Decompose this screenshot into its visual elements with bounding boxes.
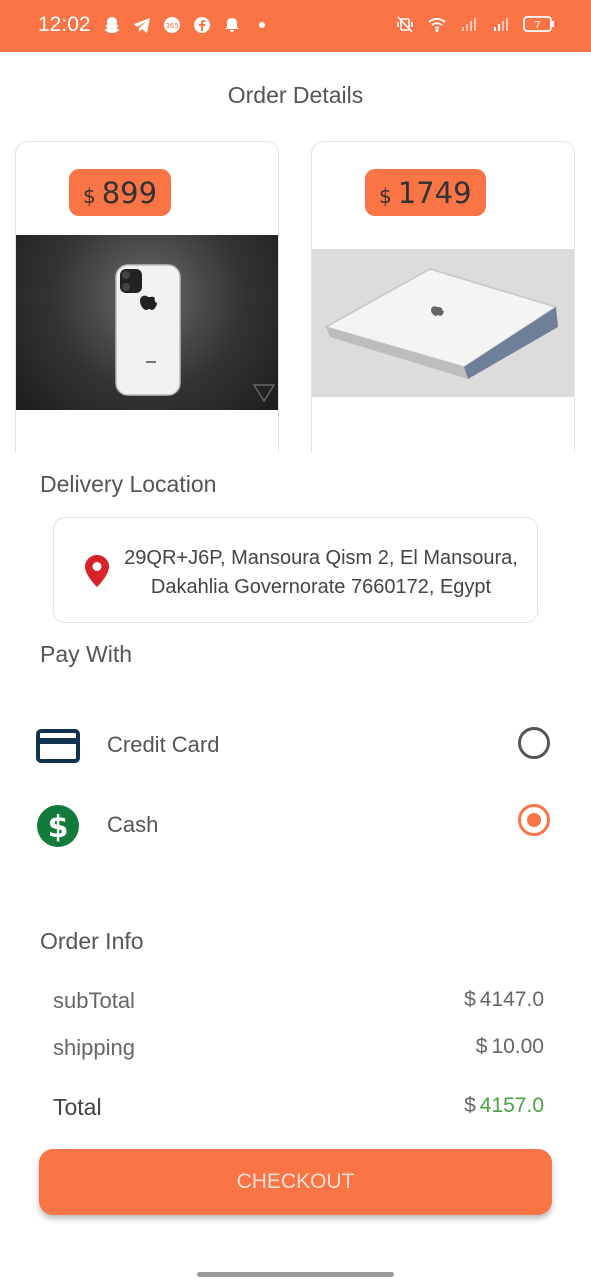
system-icons: 7 — [395, 14, 555, 34]
price-currency: $ — [83, 183, 96, 208]
total-label: Total — [53, 1094, 102, 1120]
status-time: 12:02 — [38, 13, 91, 36]
snapchat-icon — [102, 15, 122, 35]
total-value: $4157.0 — [464, 1094, 544, 1117]
delivery-location-label: Delivery Location — [40, 471, 217, 497]
facebook-icon — [192, 15, 212, 35]
mute-vibrate-icon — [395, 14, 415, 34]
battery-icon: 7 — [523, 14, 555, 34]
radio-cash[interactable] — [518, 804, 550, 836]
payment-option-label: Cash — [107, 812, 159, 837]
signal-icon-2 — [491, 14, 511, 34]
subtotal-label: subTotal — [53, 988, 135, 1013]
shipping-value: $10.00 — [475, 1035, 544, 1058]
payment-option-label: Credit Card — [107, 732, 220, 757]
status-bar: 12:02 365 7 — [0, 0, 591, 52]
total-row: Total $4157.0 — [53, 1094, 544, 1124]
svg-text:$: $ — [48, 810, 69, 845]
subtotal-value: $4147.0 — [464, 988, 544, 1011]
payment-option-cash[interactable]: $ Cash — [36, 804, 556, 850]
price-badge: $ 1749 — [365, 169, 486, 216]
signal-icon — [459, 14, 479, 34]
notification-icons: 365 — [102, 15, 272, 35]
product-card[interactable]: $ 1749 — [311, 141, 575, 471]
cards-bottom-cover — [0, 453, 591, 473]
pay-with-label: Pay With — [40, 641, 133, 667]
price-badge: $ 899 — [69, 169, 172, 216]
price-currency: $ — [379, 183, 392, 208]
telegram-icon — [132, 15, 152, 35]
dollar-coin-icon: $ — [36, 804, 80, 848]
svg-text:365: 365 — [165, 22, 178, 30]
365-icon: 365 — [162, 15, 182, 35]
address-line-1: 29QR+J6P, Mansoura Qism 2, El Mansoura, — [124, 547, 518, 569]
svg-text:7: 7 — [534, 20, 540, 31]
radio-credit-card[interactable] — [518, 727, 550, 759]
order-info-label: Order Info — [40, 928, 144, 954]
subtotal-row: subTotal $4147.0 — [53, 988, 544, 1018]
credit-card-icon — [36, 724, 80, 768]
macbook-image — [312, 249, 574, 397]
delivery-address: 29QR+J6P, Mansoura Qism 2, El Mansoura, … — [116, 544, 526, 602]
wifi-icon — [427, 14, 447, 34]
price-amount: 1749 — [397, 175, 472, 210]
checkout-button[interactable]: CHECKOUT — [39, 1149, 552, 1215]
shipping-label: shipping — [53, 1035, 135, 1060]
price-amount: 899 — [101, 175, 158, 210]
bell-icon — [222, 15, 242, 35]
page-title: Order Details — [227, 82, 364, 108]
address-line-2: Dakahlia Governorate 7660172, Egypt — [150, 576, 492, 598]
location-pin-icon — [85, 555, 109, 587]
delivery-address-box[interactable]: 29QR+J6P, Mansoura Qism 2, El Mansoura, … — [53, 517, 538, 623]
iphone-image — [16, 235, 278, 410]
home-indicator[interactable] — [197, 1272, 394, 1277]
dot-icon — [252, 15, 272, 35]
payment-option-credit-card[interactable]: Credit Card — [36, 724, 556, 770]
shipping-row: shipping $10.00 — [53, 1035, 544, 1065]
product-card[interactable]: $ 899 — [15, 141, 279, 471]
